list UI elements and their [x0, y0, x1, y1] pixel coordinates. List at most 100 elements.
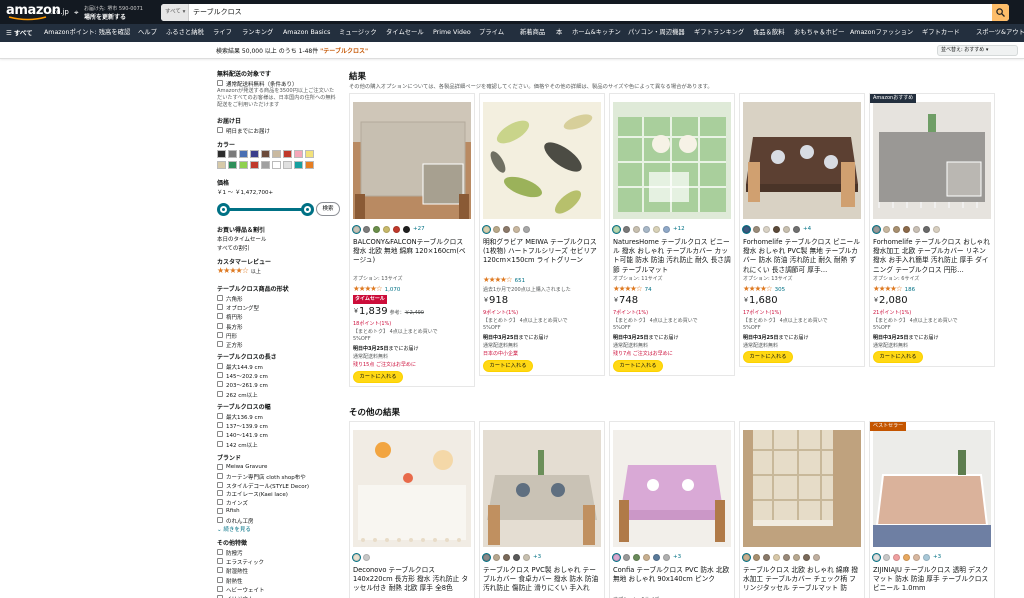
product-title[interactable]: テーブルクロス 北欧 おしゃれ 綿麻 撥水加工 テーブルカバー チェック柄 フリ… [743, 566, 861, 594]
filter-shape-label[interactable]: 長方形 [226, 323, 243, 331]
product-title[interactable]: 明和グラビア MEIWA テーブルクロス(1枚物) ハートフルシリーズ セビリア… [483, 238, 601, 275]
color-swatch[interactable] [250, 150, 259, 158]
color-variant-dot[interactable] [633, 553, 640, 561]
color-variant-dot[interactable] [633, 225, 640, 233]
filter-feature-label[interactable]: 耐熱性 [226, 577, 243, 585]
filter-width-checkbox[interactable] [217, 422, 223, 429]
filter-brand-checkbox[interactable] [217, 472, 223, 479]
sort-dropdown[interactable]: 並べ替え: おすすめ ▾ [937, 45, 1018, 56]
nav-all-button[interactable]: ☰ すべて [6, 24, 33, 42]
filter-feature-checkbox[interactable] [217, 549, 223, 555]
filter-length-label[interactable]: 最大144.9 cm [226, 363, 263, 371]
color-variant-dot[interactable] [523, 553, 530, 561]
add-to-cart-button[interactable]: カートに入れる [613, 360, 663, 372]
color-variant-dot[interactable] [383, 225, 390, 233]
nav-item-prime-video[interactable]: Prime Video [433, 24, 471, 42]
color-swatch[interactable] [283, 161, 292, 169]
filter-delivery-label[interactable]: 明日までにお届け [226, 127, 270, 135]
price-slider-track[interactable] [221, 208, 311, 211]
filter-brand-checkbox[interactable] [217, 464, 223, 470]
filter-shape-checkbox[interactable] [217, 313, 223, 320]
checkbox-delivery-tomorrow[interactable] [217, 127, 223, 133]
color-variant-dot[interactable] [353, 225, 360, 233]
more-variants-link[interactable]: +27 [413, 226, 425, 232]
color-variant-dot[interactable] [483, 225, 490, 233]
color-variant-dot[interactable] [923, 553, 930, 561]
color-variant-dot[interactable] [653, 553, 660, 561]
review-count[interactable]: 651 [515, 278, 526, 284]
color-variant-dot[interactable] [773, 225, 780, 233]
filter-feature-checkbox[interactable] [217, 558, 223, 565]
filter-length-label[interactable]: 145～202.9 cm [226, 372, 268, 380]
product-rating[interactable]: ★★★★☆ 651 [483, 275, 525, 284]
color-variant-dot[interactable] [503, 553, 510, 561]
filter-brand-checkbox[interactable] [217, 499, 223, 506]
color-variant-dot[interactable] [893, 553, 900, 561]
color-swatch[interactable] [250, 161, 259, 169]
filter-shape-checkbox[interactable] [217, 331, 223, 338]
color-variant-dot[interactable] [813, 553, 820, 561]
filter-feature-label[interactable]: エラスティック [226, 558, 264, 566]
more-variants-link[interactable]: +3 [933, 554, 941, 560]
product-image[interactable] [613, 430, 731, 547]
nav-item-sports[interactable]: スポーツ&アウトドア [976, 24, 1024, 42]
filter-free-shipping-label[interactable]: 通常配送料無料（条件あり） [226, 80, 298, 88]
color-variant-dot[interactable] [793, 553, 800, 561]
color-variant-dot[interactable] [783, 225, 790, 233]
color-variant-dot[interactable] [613, 553, 620, 561]
filter-shape-label[interactable]: 楕円形 [226, 313, 243, 321]
color-swatch[interactable] [305, 150, 314, 158]
filter-length-checkbox[interactable] [217, 372, 223, 379]
add-to-cart-button[interactable]: カートに入れる [743, 351, 793, 363]
filter-shape-label[interactable]: オブロング型 [226, 304, 259, 312]
filter-length-checkbox[interactable] [217, 381, 223, 388]
nav-item-pc[interactable]: パソコン・周辺機器 [628, 24, 685, 42]
nav-item-gift-ranking[interactable]: ギフトランキング [694, 24, 744, 42]
nav-item-new[interactable]: 新着商品 [520, 24, 545, 42]
filter-feature-label[interactable]: 防撥汚 [226, 549, 243, 557]
bulk-discount[interactable]: 【まとめトク】 4点以上まとめ買いで [613, 317, 698, 324]
nav-item-toys[interactable]: おもちゃ＆ホビー [794, 24, 844, 42]
color-swatch[interactable] [228, 150, 237, 158]
filter-shape-checkbox[interactable] [217, 341, 223, 347]
review-count[interactable]: 186 [905, 287, 916, 293]
nav-item-giftcard[interactable]: ギフトカード [922, 24, 960, 42]
filter-shape-label[interactable]: 六角形 [226, 295, 243, 303]
color-swatch[interactable] [261, 150, 270, 158]
color-variant-dot[interactable] [903, 225, 910, 233]
color-variant-dot[interactable] [663, 553, 670, 561]
color-swatch[interactable] [239, 150, 248, 158]
color-variant-dot[interactable] [763, 553, 770, 561]
deliver-to[interactable]: ⌖ お届け先: 堺市 590-0071 場所を更新する [74, 4, 160, 21]
product-title[interactable]: Confia テーブルクロス PVC 防水 北欧 無地 おしゃれ 90x140c… [613, 566, 731, 594]
filter-length-checkbox[interactable] [217, 363, 223, 369]
color-variant-dot[interactable] [873, 553, 880, 561]
nav-item-fashion[interactable]: Amazonファッション [850, 24, 913, 42]
deals-today[interactable]: 本日のタイムセール [217, 235, 266, 243]
color-variant-dot[interactable] [393, 225, 400, 233]
filter-brand-label[interactable]: スタイルデコール(STYLE Decor) [226, 482, 309, 490]
color-variant-dot[interactable] [663, 225, 670, 233]
product-image[interactable] [483, 102, 601, 219]
filter-brand-checkbox[interactable] [217, 490, 223, 497]
filter-shape-label[interactable]: 円形 [226, 332, 237, 340]
deals-all[interactable]: すべての割引 [217, 244, 249, 252]
product-title[interactable]: BALCONY&FALCONテーブルクロス 撥水 北欧 無地 綿麻 120×16… [353, 238, 471, 275]
color-swatch[interactable] [305, 161, 314, 169]
search-button[interactable] [992, 4, 1009, 21]
color-variant-dot[interactable] [933, 225, 940, 233]
color-variant-dot[interactable] [503, 225, 510, 233]
color-swatch[interactable] [272, 161, 281, 169]
checkbox-free-shipping[interactable] [217, 80, 223, 86]
filter-brand-label[interactable]: Rfish [226, 508, 240, 514]
nav-item-food[interactable]: 食品＆飲料 [753, 24, 784, 42]
filter-feature-checkbox[interactable] [217, 585, 223, 592]
product-title[interactable]: ZIJINIAJU テーブルクロス 透明 デスクマット 防水 防油 厚手 テーブ… [873, 566, 991, 594]
color-variant-dot[interactable] [883, 553, 890, 561]
nav-item-books[interactable]: 本 [556, 24, 562, 42]
color-swatch[interactable] [294, 150, 303, 158]
filter-width-checkbox[interactable] [217, 431, 223, 438]
filter-brand-label[interactable]: のれん工房 [226, 517, 254, 525]
product-image[interactable] [743, 102, 861, 219]
more-variants-link[interactable]: +3 [673, 554, 681, 560]
